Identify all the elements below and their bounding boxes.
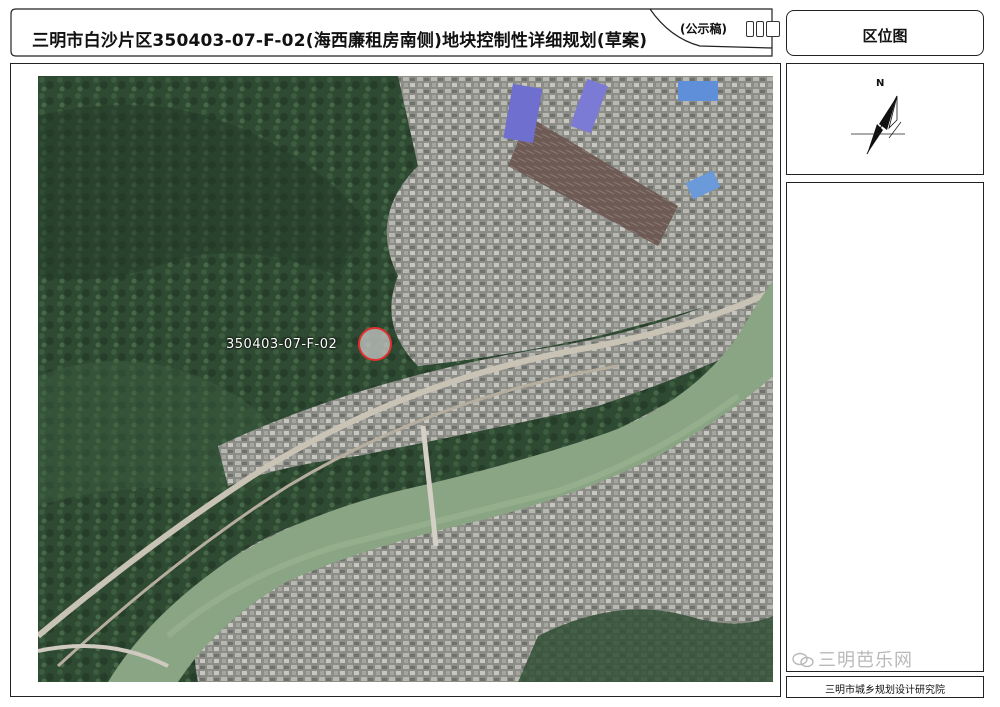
page-marker-1 (746, 21, 754, 37)
page-marker-2 (756, 21, 764, 37)
location-map-header: 区位图 (786, 10, 984, 56)
draft-tag: (公示稿) (680, 22, 727, 36)
institute-box: 三明市城乡规划设计研究院 (786, 676, 984, 698)
parcel-circle (358, 327, 392, 361)
parcel-label[interactable]: 350403-07-F-02 (226, 337, 337, 352)
title-bar: 三明市白沙片区350403-07-F-02(海西廉租房南侧)地块控制性详细规划(… (10, 8, 780, 58)
satellite-map[interactable]: 350403-07-F-02 (38, 76, 773, 682)
north-arrow-panel: N (786, 63, 984, 175)
page-marker-3 (766, 21, 780, 37)
compass-icon (851, 95, 905, 155)
north-label: N (876, 78, 885, 89)
document-title: 三明市白沙片区350403-07-F-02(海西廉租房南侧)地块控制性详细规划(… (32, 31, 648, 51)
location-map-panel (786, 182, 984, 672)
location-map-title: 区位图 (862, 27, 908, 45)
watermark: 三明芭乐网 (792, 646, 913, 672)
institute-name: 三明市城乡规划设计研究院 (825, 685, 945, 696)
satellite-image (38, 76, 773, 682)
wechat-icon (792, 652, 814, 668)
watermark-text: 三明芭乐网 (818, 650, 913, 671)
